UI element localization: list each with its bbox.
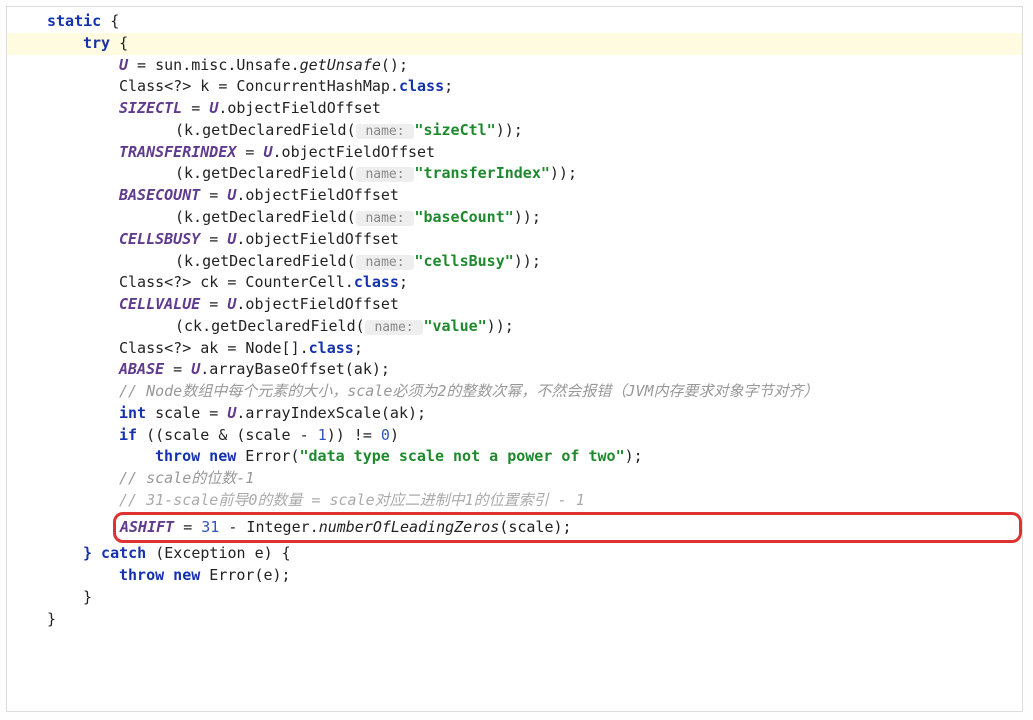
- code-line: ABASE = U.arrayBaseOffset(ak);: [7, 359, 1022, 381]
- code-comment: // Node数组中每个元素的大小，scale必须为2的整数次幂，不然会报错（J…: [7, 381, 1022, 403]
- code-comment: // 31-scale前导0的数量 = scale对应二进制中1的位置索引 - …: [7, 490, 1022, 512]
- code-line: static {: [7, 11, 1022, 33]
- param-hint: name:: [365, 320, 424, 335]
- code-line: if ((scale & (scale - 1)) != 0): [7, 425, 1022, 447]
- code-line: } catch (Exception e) {: [7, 543, 1022, 565]
- code-line: throw new Error(e);: [7, 565, 1022, 587]
- code-line: TRANSFERINDEX = U.objectFieldOffset: [7, 142, 1022, 164]
- highlighted-box: ASHIFT = 31 - Integer.numberOfLeadingZer…: [7, 512, 1022, 544]
- code-line: Class<?> k = ConcurrentHashMap.class;: [7, 76, 1022, 98]
- param-hint: name:: [356, 255, 415, 270]
- code-line: Class<?> ak = Node[].class;: [7, 338, 1022, 360]
- code-block: static {try {U = sun.misc.Unsafe.getUnsa…: [7, 7, 1022, 630]
- code-line: (ck.getDeclaredField( name: "value"));: [7, 316, 1022, 338]
- code-line: Class<?> ck = CounterCell.class;: [7, 272, 1022, 294]
- code-line: (k.getDeclaredField( name: "sizeCtl"));: [7, 120, 1022, 142]
- code-line: (k.getDeclaredField( name: "cellsBusy"))…: [7, 251, 1022, 273]
- code-line: (k.getDeclaredField( name: "baseCount"))…: [7, 207, 1022, 229]
- code-line: CELLSBUSY = U.objectFieldOffset: [7, 229, 1022, 251]
- param-hint: name:: [356, 211, 415, 226]
- code-line: }: [7, 587, 1022, 609]
- param-hint: name:: [356, 167, 415, 182]
- code-line: }: [7, 609, 1022, 631]
- code-line-highlighted: try {: [7, 33, 1022, 55]
- code-line: U = sun.misc.Unsafe.getUnsafe();: [7, 55, 1022, 77]
- param-hint: name:: [356, 124, 415, 139]
- code-line: BASECOUNT = U.objectFieldOffset: [7, 185, 1022, 207]
- code-line: (k.getDeclaredField( name: "transferInde…: [7, 163, 1022, 185]
- code-line: int scale = U.arrayIndexScale(ak);: [7, 403, 1022, 425]
- code-line: CELLVALUE = U.objectFieldOffset: [7, 294, 1022, 316]
- code-line: SIZECTL = U.objectFieldOffset: [7, 98, 1022, 120]
- keyword-try: try: [83, 34, 110, 52]
- keyword-static: static: [47, 12, 101, 30]
- red-annotation-box: ASHIFT = 31 - Integer.numberOfLeadingZer…: [113, 512, 1022, 544]
- code-line: throw new Error("data type scale not a p…: [7, 446, 1022, 468]
- code-editor-pane: static {try {U = sun.misc.Unsafe.getUnsa…: [6, 6, 1023, 712]
- code-comment: // scale的位数-1: [7, 468, 1022, 490]
